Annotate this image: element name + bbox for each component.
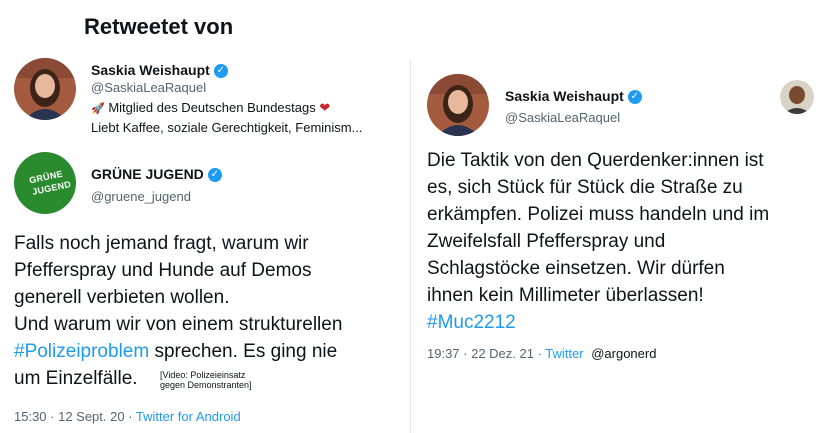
left-line-1: Falls noch jemand fragt, warum wir <box>14 233 309 254</box>
heart-icon: ❤ <box>319 100 331 115</box>
retweeter-avatar[interactable] <box>14 58 76 120</box>
right-author-avatar[interactable] <box>427 74 489 136</box>
verified-badge-icon: ✓ <box>213 64 228 79</box>
retweeter-bio-line2: Liebt Kaffee, soziale Gerechtigkeit, Fem… <box>91 120 363 135</box>
gruene-jugend-logo[interactable]: GRÜNE JUGEND <box>14 152 76 214</box>
right-author-name[interactable]: Saskia Weishaupt <box>505 88 624 104</box>
right-tweet-meta: 19:37 · 22 Dez. 21 · Twitter @argonerd <box>427 346 656 361</box>
right-line-4: Zweifelsfall Pfefferspray und <box>427 231 666 252</box>
video-note-1: [Video: Polizeieinsatz <box>160 370 246 380</box>
hashtag-polizeiproblem[interactable]: #Polizeiproblem <box>14 341 149 362</box>
person-photo-icon <box>427 74 489 136</box>
retweeter-name[interactable]: Saskia Weishaupt <box>91 62 210 78</box>
right-line-2: es, sich Stück für Stück die Straße zu <box>427 177 743 198</box>
right-line-1: Die Taktik von den Querdenker:innen ist <box>427 150 764 171</box>
right-author-row[interactable]: Saskia Weishaupt ✓ <box>505 88 642 105</box>
left-line-4: Und warum wir von einem strukturellen <box>14 314 343 335</box>
left-tweet-meta: 15:30 · 12 Sept. 20 · Twitter for Androi… <box>14 409 241 424</box>
retweeter-handle[interactable]: @SaskiaLeaRaquel <box>91 80 206 95</box>
left-line-5: sprechen. Es ging nie <box>149 341 338 362</box>
person-photo-icon <box>780 80 814 114</box>
retweeter-name-row[interactable]: Saskia Weishaupt ✓ <box>91 62 228 79</box>
right-tweet-timestamp[interactable]: 19:37 · 22 Dez. 21 · <box>427 346 545 361</box>
column-divider <box>410 60 411 433</box>
right-tweet-text: Die Taktik von den Querdenker:innen ist … <box>427 147 822 336</box>
small-user-avatar[interactable] <box>780 80 814 114</box>
right-author-handle[interactable]: @SaskiaLeaRaquel <box>505 110 620 125</box>
hashtag-muc2212[interactable]: #Muc2212 <box>427 309 822 336</box>
left-author-handle[interactable]: @gruene_jugend <box>91 189 191 204</box>
image-credit: @argonerd <box>591 346 657 361</box>
bio-text-1: Mitglied des Deutschen Bundestags <box>108 100 316 115</box>
right-line-3: erkämpfen. Polizei muss handeln und im <box>427 204 770 225</box>
verified-badge-icon: ✓ <box>207 168 222 183</box>
left-author-row[interactable]: GRÜNE JUGEND ✓ <box>91 166 222 183</box>
left-tweet-timestamp[interactable]: 15:30 · 12 Sept. 20 · <box>14 409 136 424</box>
right-line-5: Schlagstöcke einsetzen. Wir dürfen <box>427 258 725 279</box>
verified-badge-icon: ✓ <box>627 90 642 105</box>
rocket-icon: 🚀 <box>91 103 105 115</box>
left-line-3: generell verbieten wollen. <box>14 287 230 308</box>
left-tweet-text: Falls noch jemand fragt, warum wir Pfeff… <box>14 230 409 392</box>
left-tweet-client[interactable]: Twitter for Android <box>136 409 241 424</box>
right-line-6: ihnen kein Millimeter überlassen! <box>427 285 704 306</box>
right-tweet-client[interactable]: Twitter <box>545 346 583 361</box>
left-line-2: Pfefferspray und Hunde auf Demos <box>14 260 312 281</box>
retweeted-by-title: Retweetet von <box>84 14 234 39</box>
left-author-name[interactable]: GRÜNE JUGEND <box>91 166 204 182</box>
video-note: [Video: Polizeieinsatz gegen Demonstrant… <box>160 370 252 390</box>
person-photo-icon <box>14 58 76 120</box>
left-line-6: um Einzelfälle. <box>14 368 138 389</box>
video-note-2: gegen Demonstranten] <box>160 380 252 390</box>
retweeter-bio-line1: 🚀 Mitglied des Deutschen Bundestags ❤ <box>91 100 330 116</box>
